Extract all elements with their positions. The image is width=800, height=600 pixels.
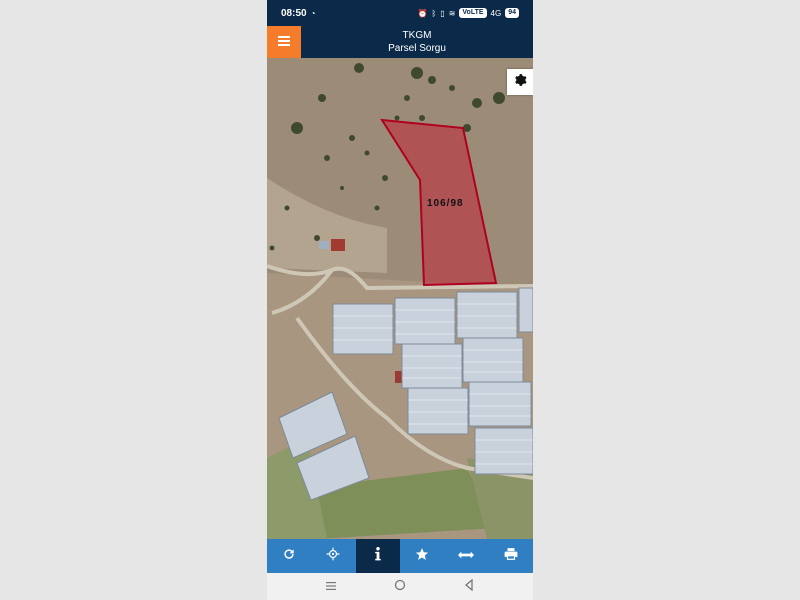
bluetooth-icon: ᛒ bbox=[431, 8, 437, 18]
parcel-label: 106/98 bbox=[427, 198, 464, 209]
recent-apps-icon bbox=[326, 578, 337, 596]
back-button[interactable] bbox=[459, 577, 479, 597]
menu-button[interactable] bbox=[267, 26, 301, 58]
info-icon bbox=[374, 546, 382, 566]
recent-apps-button[interactable] bbox=[321, 577, 341, 597]
app-subtitle: Parsel Sorgu bbox=[388, 43, 446, 54]
notification-icon: ◔ bbox=[310, 8, 316, 18]
system-nav-bar bbox=[267, 573, 533, 600]
bottom-toolbar bbox=[267, 539, 533, 573]
info-button[interactable] bbox=[355, 539, 400, 573]
signal-label: 4G bbox=[490, 8, 502, 18]
star-icon bbox=[415, 547, 429, 566]
map-imagery bbox=[267, 58, 533, 539]
satellite-map[interactable]: 106/98 bbox=[267, 58, 533, 539]
refresh-button[interactable] bbox=[267, 539, 311, 573]
phone-screen: 08:50 ◔ ⏰ ᛒ ▯ ≋ VoLTE 4G 94 TKGM Parsel … bbox=[267, 0, 533, 600]
battery-indicator: 94 bbox=[505, 8, 519, 18]
print-button[interactable] bbox=[489, 539, 533, 573]
measure-button[interactable] bbox=[444, 539, 488, 573]
alarm-icon: ⏰ bbox=[417, 8, 428, 18]
gear-icon bbox=[513, 73, 527, 92]
app-bar: TKGM Parsel Sorgu bbox=[267, 26, 533, 58]
refresh-icon bbox=[282, 547, 296, 566]
print-icon bbox=[504, 547, 518, 566]
locate-crosshair-icon bbox=[326, 547, 340, 566]
status-left: 08:50 ◔ bbox=[281, 8, 315, 19]
status-time: 08:50 bbox=[281, 7, 307, 19]
app-titles: TKGM Parsel Sorgu bbox=[301, 26, 533, 58]
status-bar: 08:50 ◔ ⏰ ᛒ ▯ ≋ VoLTE 4G 94 bbox=[267, 0, 533, 26]
favorite-button[interactable] bbox=[400, 539, 444, 573]
map-settings-button[interactable] bbox=[507, 69, 533, 95]
app-title: TKGM bbox=[402, 30, 432, 41]
measure-arrows-icon bbox=[458, 547, 475, 565]
home-icon bbox=[394, 578, 406, 596]
wifi-icon: ≋ bbox=[448, 8, 456, 18]
home-button[interactable] bbox=[390, 577, 410, 597]
vibrate-icon: ▯ bbox=[440, 8, 445, 18]
hamburger-menu-icon bbox=[278, 33, 290, 51]
locate-button[interactable] bbox=[311, 539, 355, 573]
status-right: ⏰ ᛒ ▯ ≋ VoLTE 4G 94 bbox=[417, 8, 519, 18]
back-icon bbox=[464, 578, 474, 596]
volte-badge: VoLTE bbox=[459, 8, 487, 18]
